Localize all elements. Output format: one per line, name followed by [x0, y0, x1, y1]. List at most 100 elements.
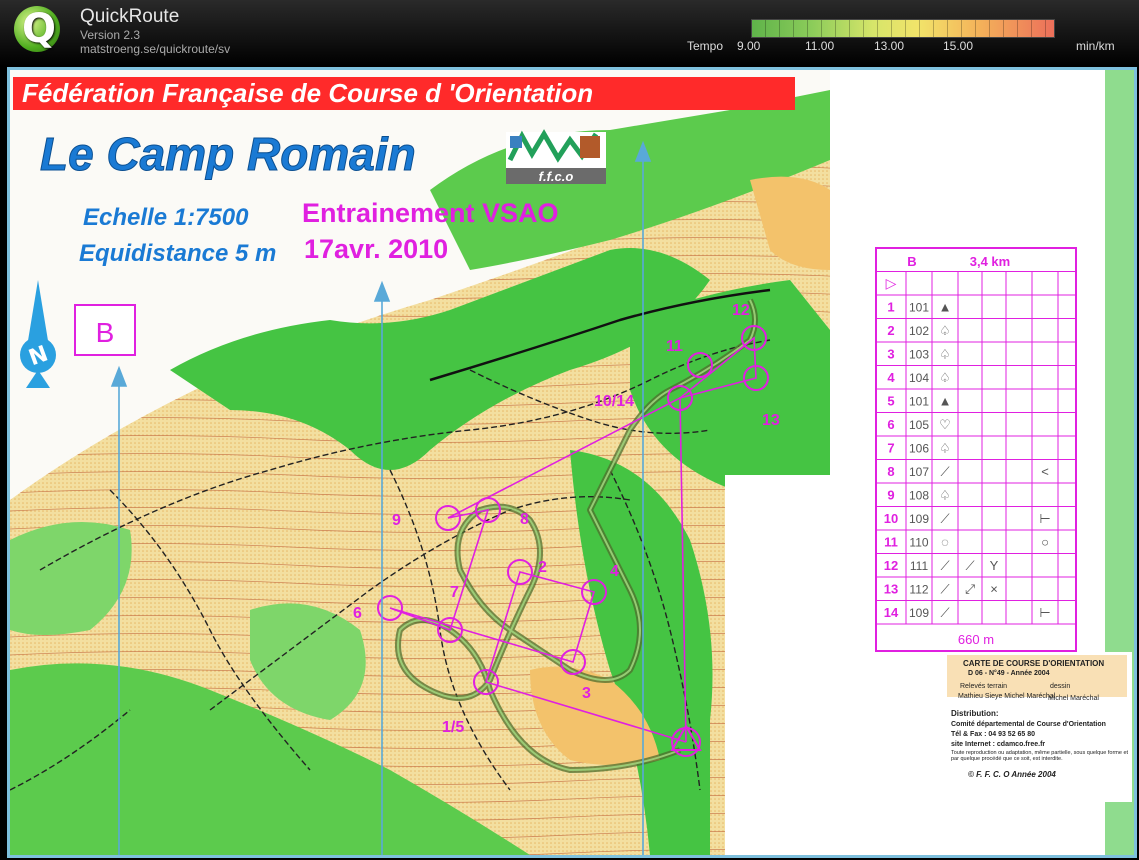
orienteering-map[interactable]: 1/5 2 3 4 6 7 8 9 10/14 11 12 13 Fédérat…: [10, 70, 1134, 855]
desc-length: 3,4 km: [970, 254, 1010, 269]
tempo-label: Tempo: [687, 39, 724, 53]
desc-row-symbol: ⊢: [1039, 511, 1050, 526]
desc-row-code: 106: [909, 442, 929, 456]
desc-row-number: 9: [887, 488, 894, 503]
desc-row-symbol: ×: [990, 582, 998, 597]
tempo-tick-3: 13.00: [874, 39, 905, 53]
tempo-color-scale[interactable]: [751, 19, 1055, 38]
course-box-label: B: [96, 317, 115, 348]
desc-course: B: [907, 254, 916, 269]
desc-row-code: 103: [909, 348, 929, 362]
desc-row-symbol: ♤: [939, 441, 951, 456]
desc-row-code: 107: [909, 465, 929, 479]
map-equidistance: Equidistance 5 m: [79, 240, 276, 267]
desc-row-code: 110: [909, 536, 928, 550]
control-label: 2: [538, 559, 547, 576]
desc-row-symbol: ♤: [939, 370, 951, 385]
credits-drawer: Michel Maréchal: [1048, 695, 1099, 702]
tempo-unit: min/km: [1076, 39, 1115, 53]
credits-survey-label: Relevés terrain: [960, 683, 1007, 690]
credits-distribution: Comité départemental de Course d'Orienta…: [951, 721, 1106, 728]
desc-row-symbol: ♡: [939, 417, 951, 432]
desc-row-number: 11: [884, 535, 898, 550]
desc-row-symbol: ▲: [939, 394, 952, 409]
desc-row-code: 112: [909, 583, 928, 597]
event-name: Entrainement VSAO: [302, 198, 559, 228]
credits-notice: Toute reproduction ou adaptation, même p…: [951, 750, 1129, 762]
desc-row-symbol: ⟋: [940, 511, 950, 526]
credits-surveyors: Mathieu Sieye Michel Maréchal: [958, 693, 1056, 700]
tempo-tick-2: 11.00: [805, 39, 835, 53]
desc-row-symbol: ⟋: [940, 464, 950, 479]
desc-row-symbol: Y: [990, 558, 999, 573]
tempo-tick-1: 9.00: [737, 39, 761, 53]
control-label: 9: [392, 512, 401, 529]
desc-row-symbol: ⟋: [965, 558, 975, 573]
desc-row-code: 101: [909, 301, 929, 315]
control-label: 7: [450, 584, 459, 601]
app-toolbar: Q QuickRoute Version 2.3 matstroeng.se/q…: [0, 0, 1139, 66]
control-label: 6: [353, 605, 362, 622]
credits-ref: D 06 - N°49 - Année 2004: [968, 669, 1050, 677]
control-description-sheet: B 3,4 km ▷1 101 ▲2 102 ♤3 103 ♤4 104 ♤5 101 ▲6 105 ♡…: [875, 247, 1077, 652]
desc-row-symbol: ⟋: [940, 605, 950, 620]
desc-row-number: 2: [887, 323, 894, 338]
control-label: 8: [520, 511, 529, 528]
ffco-logo-icon: f.f.c.o: [506, 129, 606, 184]
desc-row-symbol: ♤: [939, 323, 951, 338]
logo-letter: Q: [22, 6, 57, 52]
desc-row-symbol: ⊢: [1039, 605, 1050, 620]
control-label: 3: [582, 685, 591, 702]
desc-row-symbol: ♤: [939, 347, 951, 362]
desc-row-code: 102: [909, 324, 929, 338]
desc-row-number: 3: [887, 347, 894, 362]
desc-row-number: 4: [887, 370, 895, 385]
event-date: 17avr. 2010: [304, 234, 448, 264]
desc-row-code: 111: [910, 559, 929, 573]
desc-row-code: 108: [909, 489, 929, 503]
desc-row-symbol: ♤: [939, 488, 951, 503]
desc-row-number: 12: [884, 558, 898, 573]
ffco-logo-text: f.f.c.o: [539, 169, 574, 184]
credits-distribution-label: Distribution:: [951, 709, 999, 718]
desc-row-symbol: ⤢: [965, 582, 975, 597]
federation-title: Fédération Française de Course d 'Orient…: [22, 78, 593, 108]
desc-row-code: 101: [909, 395, 929, 409]
credits-title: CARTE DE COURSE D'ORIENTATION: [963, 659, 1104, 668]
desc-row-number: 6: [887, 417, 894, 432]
desc-row-number: 10: [884, 511, 898, 526]
map-title: Le Camp Romain: [40, 128, 416, 180]
credits-copyright: © F. F. C. O Année 2004: [968, 770, 1056, 779]
desc-row-symbol: ○: [1041, 535, 1049, 550]
desc-finish-distance: 660 m: [958, 632, 994, 647]
map-scale: Echelle 1:7500: [83, 204, 249, 231]
credits-site: site Internet : cdamco.free.fr: [951, 741, 1045, 748]
desc-row-symbol: <: [1041, 464, 1049, 479]
credits-phone: Tél & Fax : 04 93 52 65 80: [951, 731, 1035, 738]
control-label: 10/14: [594, 393, 634, 410]
desc-row-number: 13: [884, 582, 898, 597]
desc-row-symbol: ⟋: [940, 558, 950, 573]
tempo-tick-4: 15.00: [943, 39, 974, 53]
desc-row-code: 104: [909, 371, 929, 385]
control-label: 4: [610, 563, 619, 580]
desc-row-number: 14: [884, 605, 899, 620]
desc-row-code: 105: [909, 418, 929, 432]
credits-drawing-label: dessin: [1050, 683, 1070, 690]
desc-row-number: 5: [887, 394, 894, 409]
desc-start-symbol: ▷: [886, 275, 897, 291]
desc-row-number: 1: [887, 300, 894, 315]
control-label: 12: [732, 302, 750, 319]
desc-row-code: 109: [909, 512, 929, 526]
desc-row-number: 7: [887, 441, 894, 456]
control-label: 1/5: [442, 719, 464, 736]
app-title: QuickRoute: [80, 6, 180, 27]
app-url[interactable]: matstroeng.se/quickroute/sv: [80, 42, 230, 56]
desc-row-symbol: ⟋: [940, 582, 950, 597]
desc-row-symbol: ◌: [941, 535, 949, 550]
control-label: 11: [666, 338, 683, 355]
map-credits: CARTE DE COURSE D'ORIENTATION D 06 - N°4…: [947, 652, 1132, 802]
control-label: 13: [762, 412, 780, 429]
app-version: Version 2.3: [80, 28, 141, 42]
map-viewport[interactable]: 1/5 2 3 4 6 7 8 9 10/14 11 12 13 Fédérat…: [7, 67, 1137, 858]
